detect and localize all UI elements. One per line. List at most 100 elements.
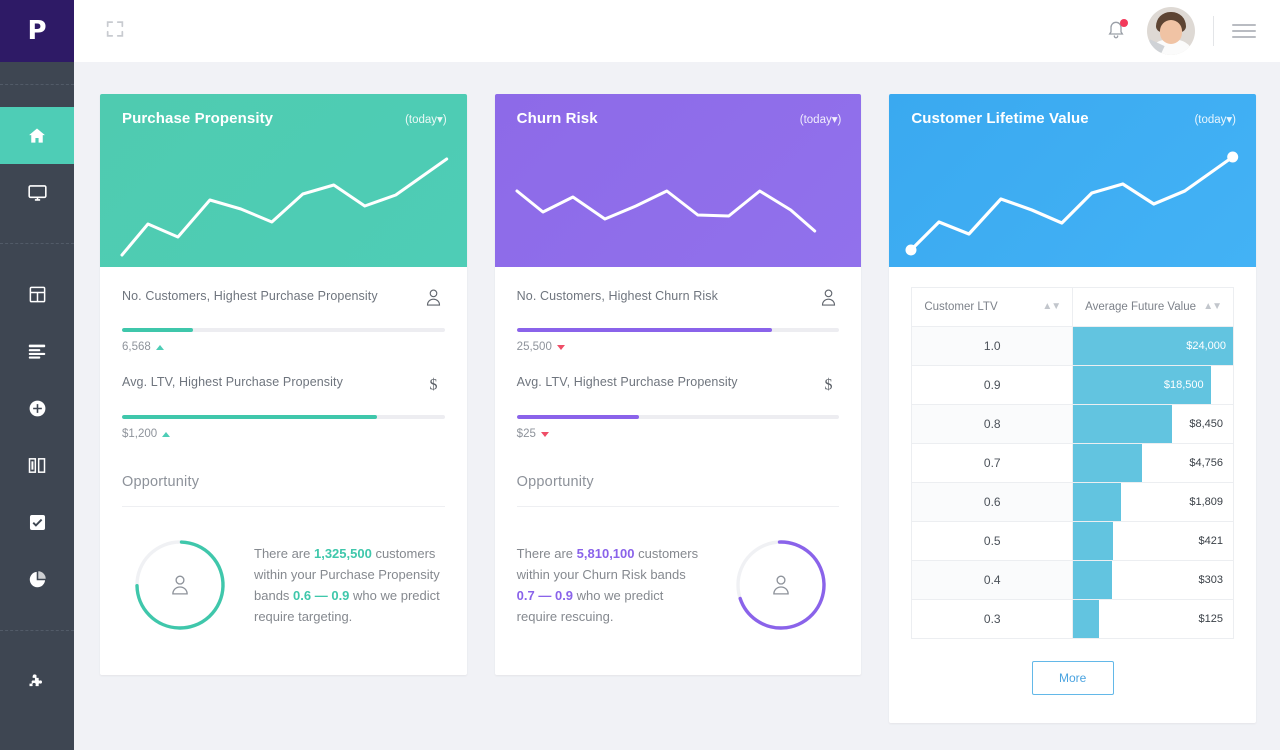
person-icon bbox=[817, 289, 839, 311]
value-label: $1,809 bbox=[1189, 483, 1223, 521]
more-button-wrapper: More bbox=[911, 639, 1234, 723]
cell-future-value: $303 bbox=[1073, 561, 1234, 600]
metric-value-row: 25,500 bbox=[517, 341, 840, 353]
svg-text:$: $ bbox=[430, 377, 438, 393]
opportunity-text-propensity: There are 1,325,500 customers within you… bbox=[254, 543, 445, 627]
avatar[interactable] bbox=[1147, 7, 1195, 55]
sidebar-top-gap bbox=[0, 62, 74, 84]
opp-prefix: There are bbox=[517, 546, 577, 561]
card-churn-risk: Churn Risk (today▾) No. Customers, Highe… bbox=[495, 94, 862, 675]
sparkline-end-marker bbox=[1228, 152, 1239, 163]
metric-progress-track bbox=[517, 328, 840, 332]
sidebar-gap-3 bbox=[0, 221, 74, 243]
opportunity-body-churn: There are 5,810,100 customers within you… bbox=[517, 507, 840, 675]
metric-value: 6,568 bbox=[122, 341, 151, 353]
value-bar bbox=[1073, 600, 1099, 638]
card-purchase-propensity: Purchase Propensity (today▾) No. Custome… bbox=[100, 94, 467, 675]
sidebar-gap-5 bbox=[0, 608, 74, 630]
sidebar-item-monitor[interactable] bbox=[0, 164, 74, 221]
checkbox-icon bbox=[28, 513, 47, 532]
period-selector-churn-risk[interactable]: (today▾) bbox=[800, 112, 842, 126]
metric-progress-track bbox=[517, 415, 840, 419]
opportunity-text-churn: There are 5,810,100 customers within you… bbox=[517, 543, 708, 627]
period-selector-purchase-propensity[interactable]: (today▾) bbox=[405, 112, 447, 126]
cell-ltv-band: 0.7 bbox=[912, 444, 1073, 483]
topbar bbox=[74, 0, 1280, 62]
app-logo[interactable]: P bbox=[0, 0, 74, 62]
fullscreen-expand-button[interactable] bbox=[102, 18, 128, 44]
opp-prefix: There are bbox=[254, 546, 314, 561]
column-header-customer-ltv[interactable]: Customer LTV ▲▼ bbox=[912, 288, 1073, 327]
cell-ltv-band: 1.0 bbox=[912, 327, 1073, 366]
cell-ltv-band: 0.3 bbox=[912, 600, 1073, 639]
metric-progress-track bbox=[122, 328, 445, 332]
sparkline-start-marker bbox=[906, 245, 917, 256]
sidebar-item-plugins[interactable] bbox=[0, 653, 74, 710]
column-header-average-future-value[interactable]: Average Future Value ▲▼ bbox=[1073, 288, 1234, 327]
notification-badge bbox=[1120, 19, 1128, 27]
metric-value: $25 bbox=[517, 428, 536, 440]
more-button[interactable]: More bbox=[1032, 661, 1114, 695]
hamburger-line-3 bbox=[1232, 36, 1256, 38]
table-row[interactable]: 0.8 $8,450 bbox=[912, 405, 1234, 444]
cell-future-value: $4,756 bbox=[1073, 444, 1234, 483]
cell-ltv-band: 0.9 bbox=[912, 366, 1073, 405]
sidebar-item-reports[interactable] bbox=[0, 551, 74, 608]
table-row[interactable]: 0.5 $421 bbox=[912, 522, 1234, 561]
sort-arrows-icon[interactable]: ▲▼ bbox=[1042, 301, 1060, 312]
metric-avg-ltv-propensity: Avg. LTV, Highest Purchase Propensity $ … bbox=[122, 353, 445, 440]
dashboard-main: Purchase Propensity (today▾) No. Custome… bbox=[74, 62, 1280, 750]
value-bar: $24,000 bbox=[1073, 327, 1233, 365]
sidebar-gap-2 bbox=[0, 85, 74, 107]
sparkline-purchase-propensity bbox=[100, 127, 467, 267]
pie-chart-icon bbox=[28, 570, 47, 589]
hamburger-menu-button[interactable] bbox=[1232, 24, 1256, 38]
sidebar-item-home[interactable] bbox=[0, 107, 74, 164]
sidebar-item-add[interactable] bbox=[0, 380, 74, 437]
metric-progress-fill bbox=[517, 328, 772, 332]
card-header-clv: Customer Lifetime Value (today▾) bbox=[889, 94, 1256, 267]
opportunity-heading: Opportunity bbox=[517, 474, 840, 507]
cell-ltv-band: 0.6 bbox=[912, 483, 1073, 522]
metric-progress-track bbox=[122, 415, 445, 419]
sidebar-item-columns[interactable] bbox=[0, 437, 74, 494]
person-icon bbox=[731, 535, 831, 635]
avatar-face bbox=[1160, 20, 1182, 44]
metric-customers-churn: No. Customers, Highest Churn Risk 25,500 bbox=[517, 267, 840, 353]
table-row[interactable]: 0.4 $303 bbox=[912, 561, 1234, 600]
table-row[interactable]: 0.6 $1,809 bbox=[912, 483, 1234, 522]
cell-future-value: $18,500 bbox=[1073, 366, 1234, 405]
cell-future-value: $1,809 bbox=[1073, 483, 1234, 522]
period-selector-clv[interactable]: (today▾) bbox=[1194, 112, 1236, 126]
value-label: $303 bbox=[1199, 561, 1223, 599]
metric-value-row: 6,568 bbox=[122, 341, 445, 353]
table-row[interactable]: 0.9 $18,500 bbox=[912, 366, 1234, 405]
sort-arrows-icon[interactable]: ▲▼ bbox=[1203, 301, 1221, 312]
clv-table-body: 1.0 $24,000 0.9 bbox=[912, 327, 1234, 639]
card-header-purchase-propensity: Purchase Propensity (today▾) bbox=[100, 94, 467, 267]
puzzle-icon bbox=[27, 672, 47, 692]
sidebar-item-layout[interactable] bbox=[0, 266, 74, 323]
card-body-churn-risk: No. Customers, Highest Churn Risk 25,500 bbox=[495, 267, 862, 675]
table-row[interactable]: 1.0 $24,000 bbox=[912, 327, 1234, 366]
sidebar-gap-4 bbox=[0, 244, 74, 266]
cell-ltv-band: 0.8 bbox=[912, 405, 1073, 444]
table-row[interactable]: 0.7 $4,756 bbox=[912, 444, 1234, 483]
opp-band: 0.6 — 0.9 bbox=[293, 588, 349, 603]
trend-down-icon bbox=[557, 345, 565, 350]
person-icon bbox=[130, 535, 230, 635]
sidebar-item-tasks[interactable] bbox=[0, 494, 74, 551]
notifications-button[interactable] bbox=[1101, 16, 1131, 46]
sidebar-item-list[interactable] bbox=[0, 323, 74, 380]
person-icon bbox=[423, 289, 445, 311]
metric-label: Avg. LTV, Highest Purchase Propensity bbox=[517, 375, 738, 389]
svg-text:$: $ bbox=[824, 377, 832, 393]
table-row[interactable]: 0.3 $125 bbox=[912, 600, 1234, 639]
layout-icon bbox=[28, 285, 47, 304]
metric-label: No. Customers, Highest Purchase Propensi… bbox=[122, 289, 378, 303]
hamburger-menu-icon bbox=[1232, 24, 1256, 26]
sidebar: P bbox=[0, 0, 74, 750]
sidebar-gap-6 bbox=[0, 631, 74, 653]
fullscreen-expand-icon bbox=[104, 18, 126, 45]
value-bar bbox=[1073, 405, 1172, 443]
